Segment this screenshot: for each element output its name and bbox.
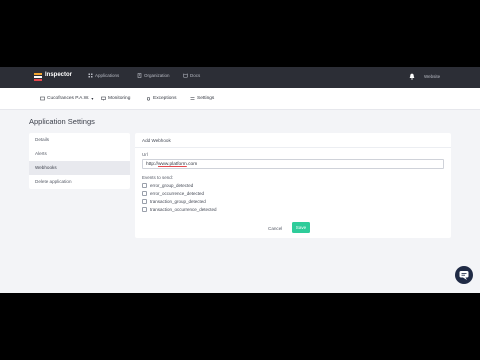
sidebar-item-alerts[interactable]: Alerts [29,147,130,161]
tab-settings[interactable]: Settings [190,96,214,101]
event-label: error_occurrence_detected [150,191,205,197]
url-input[interactable]: http://www.platform.com [142,159,444,169]
sidebar-item-delete-application[interactable]: Delete application [29,175,130,189]
event-option[interactable]: transaction_group_detected [142,198,217,206]
settings-sidebar: Details Alerts Webhooks Delete applicati… [29,133,130,189]
website-link[interactable]: Website [424,74,440,79]
nav-docs-label: Docs [190,73,201,78]
settings-icon [190,97,195,100]
app-selector-label: Cucofrances P.A.W. [47,96,90,101]
nav-docs[interactable]: Docs [183,73,200,78]
tab-monitoring-label: Monitoring [108,96,131,101]
url-label: Url [142,152,148,157]
building-icon [137,73,142,78]
nav-organization-label: Organization [144,73,170,78]
tab-settings-label: Settings [197,96,215,101]
url-prefix: http:// [146,162,158,167]
app-selector[interactable]: Cucofrances P.A.W. ▾ [40,96,93,101]
page-title: Application Settings [29,117,95,126]
checkbox[interactable] [142,183,147,189]
form-title: Add Webhook [142,138,171,143]
monitor-icon [101,96,106,101]
inspector-logo-icon [34,73,42,81]
app-frame: Inspector Applications Organization Docs [0,67,480,293]
brand-name[interactable]: Inspector [45,72,72,78]
top-navbar: Inspector Applications Organization Docs [0,67,480,88]
events-list: error_group_detected error_occurrence_de… [142,182,217,213]
chat-button[interactable] [455,266,473,284]
tab-exceptions[interactable]: Exceptions [146,96,176,101]
tab-exceptions-label: Exceptions [153,96,177,101]
url-suffix: .com [186,162,198,167]
nav-applications-label: Applications [95,73,120,78]
checkbox[interactable] [142,198,147,204]
nav-organization[interactable]: Organization [137,73,170,78]
chat-icon [459,271,469,280]
sidebar-item-webhooks[interactable]: Webhooks [29,161,130,175]
chevron-down-icon: ▾ [91,96,94,101]
event-label: transaction_occurrence_detected [150,206,217,212]
save-button[interactable]: Save [292,222,310,233]
divider [135,147,451,148]
event-option[interactable]: transaction_occurrence_detected [142,205,217,213]
book-icon [183,73,188,78]
tab-monitoring[interactable]: Monitoring [101,96,130,101]
checkbox[interactable] [142,206,147,212]
nav-applications[interactable]: Applications [88,73,119,78]
event-label: error_group_detected [150,183,194,189]
bug-icon [146,96,151,101]
sub-navbar: Cucofrances P.A.W. ▾ Monitoring Exceptio… [0,88,480,110]
url-value-main: www.platform [158,162,187,167]
grid-icon [88,73,93,78]
app-icon [40,96,45,101]
cancel-button[interactable]: Cancel [264,224,286,233]
event-option[interactable]: error_group_detected [142,182,217,190]
sidebar-item-details[interactable]: Details [29,133,130,147]
event-option[interactable]: error_occurrence_detected [142,190,217,198]
events-label: Events to send: [142,175,174,180]
bell-icon[interactable] [409,73,415,80]
checkbox[interactable] [142,191,147,197]
event-label: transaction_group_detected [150,198,206,204]
